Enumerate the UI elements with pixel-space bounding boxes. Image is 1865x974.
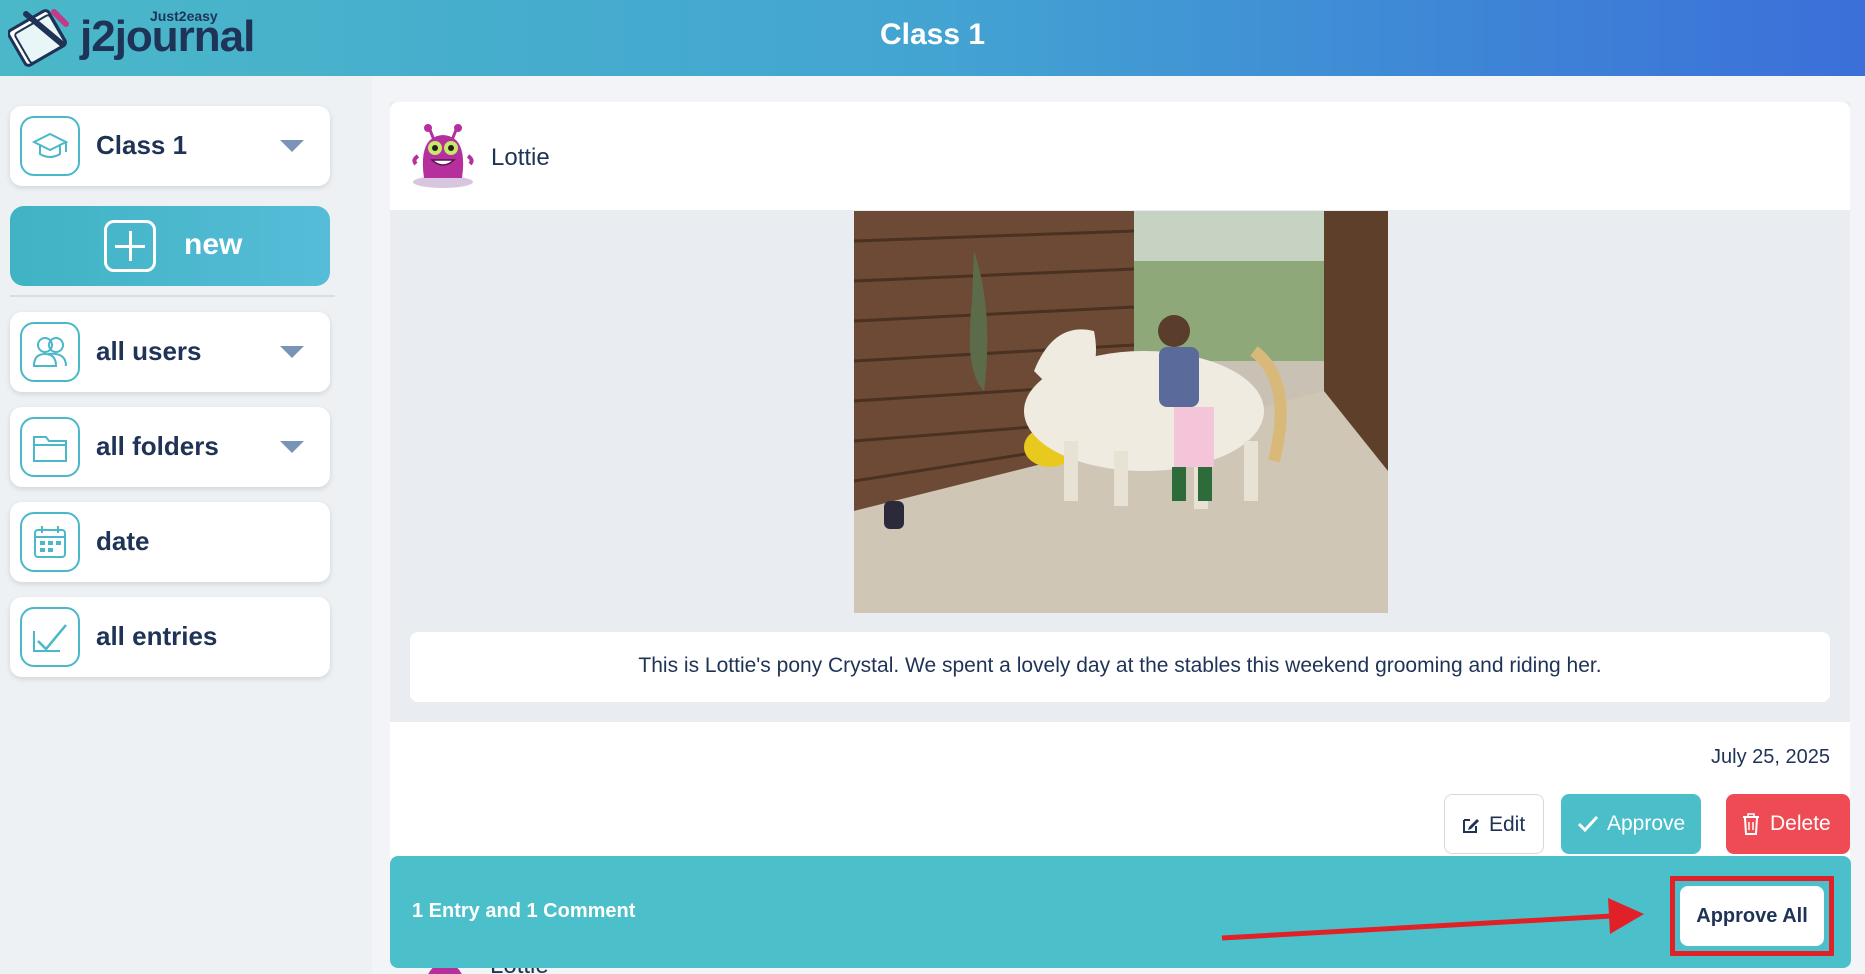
monster-avatar[interactable] bbox=[410, 120, 476, 190]
entry-header: Lottie bbox=[390, 102, 1850, 210]
users-icon bbox=[20, 322, 80, 382]
calendar-icon bbox=[20, 512, 80, 572]
sidebar-item-all-folders[interactable]: all folders bbox=[10, 407, 330, 487]
entry-caption: This is Lottie's pony Crystal. We spent … bbox=[638, 654, 1602, 677]
sidebar: Class 1 new all users all folders date a… bbox=[0, 76, 370, 974]
approval-summary: 1 Entry and 1 Comment bbox=[412, 900, 636, 922]
entry-photo[interactable] bbox=[854, 211, 1388, 613]
new-entry-label: new bbox=[184, 228, 243, 261]
annotation-highlight-box bbox=[1670, 876, 1834, 956]
folder-icon bbox=[20, 417, 80, 477]
delete-button[interactable]: Delete bbox=[1726, 794, 1850, 854]
check-icon bbox=[1577, 815, 1599, 833]
approve-button-label: Approve bbox=[1607, 812, 1686, 835]
sidebar-item-all-users[interactable]: all users bbox=[10, 312, 330, 392]
entry-caption-box: This is Lottie's pony Crystal. We spent … bbox=[410, 632, 1830, 702]
annotation-arrow-icon bbox=[1221, 898, 1644, 941]
trash-icon bbox=[1743, 813, 1759, 835]
edit-icon bbox=[1463, 819, 1479, 833]
class-selector-label: Class 1 bbox=[96, 130, 188, 160]
delete-button-label: Delete bbox=[1770, 812, 1831, 835]
journal-entry: Lottie This is Lottie's pony Crystal. We… bbox=[390, 102, 1850, 882]
app-header: Just2easy j2journal Class 1 bbox=[0, 0, 1865, 76]
main-content: Lottie This is Lottie's pony Crystal. We… bbox=[372, 76, 1865, 974]
sidebar-item-date[interactable]: date bbox=[10, 502, 330, 582]
chevron-down-icon[interactable] bbox=[280, 441, 304, 453]
class-selector[interactable]: Class 1 bbox=[10, 106, 330, 186]
edit-button[interactable]: Edit bbox=[1444, 794, 1544, 854]
graduation-cap-icon bbox=[20, 116, 80, 176]
chevron-down-icon[interactable] bbox=[280, 346, 304, 358]
entry-author[interactable]: Lottie bbox=[491, 144, 550, 172]
sidebar-divider bbox=[10, 295, 335, 297]
entry-date: July 25, 2025 bbox=[1711, 746, 1830, 768]
sidebar-item-label: date bbox=[96, 526, 150, 556]
new-entry-button[interactable]: new bbox=[10, 206, 330, 286]
chevron-down-icon[interactable] bbox=[280, 140, 304, 152]
plus-icon bbox=[104, 220, 156, 272]
page-title: Class 1 bbox=[879, 18, 986, 51]
sidebar-item-label: all users bbox=[96, 336, 202, 366]
sidebar-item-all-entries[interactable]: all entries bbox=[10, 597, 330, 677]
approve-button[interactable]: Approve bbox=[1561, 794, 1701, 854]
checkmark-icon bbox=[20, 607, 80, 667]
sidebar-item-label: all folders bbox=[96, 431, 219, 461]
sidebar-item-label: all entries bbox=[96, 621, 218, 651]
edit-button-label: Edit bbox=[1489, 813, 1526, 836]
